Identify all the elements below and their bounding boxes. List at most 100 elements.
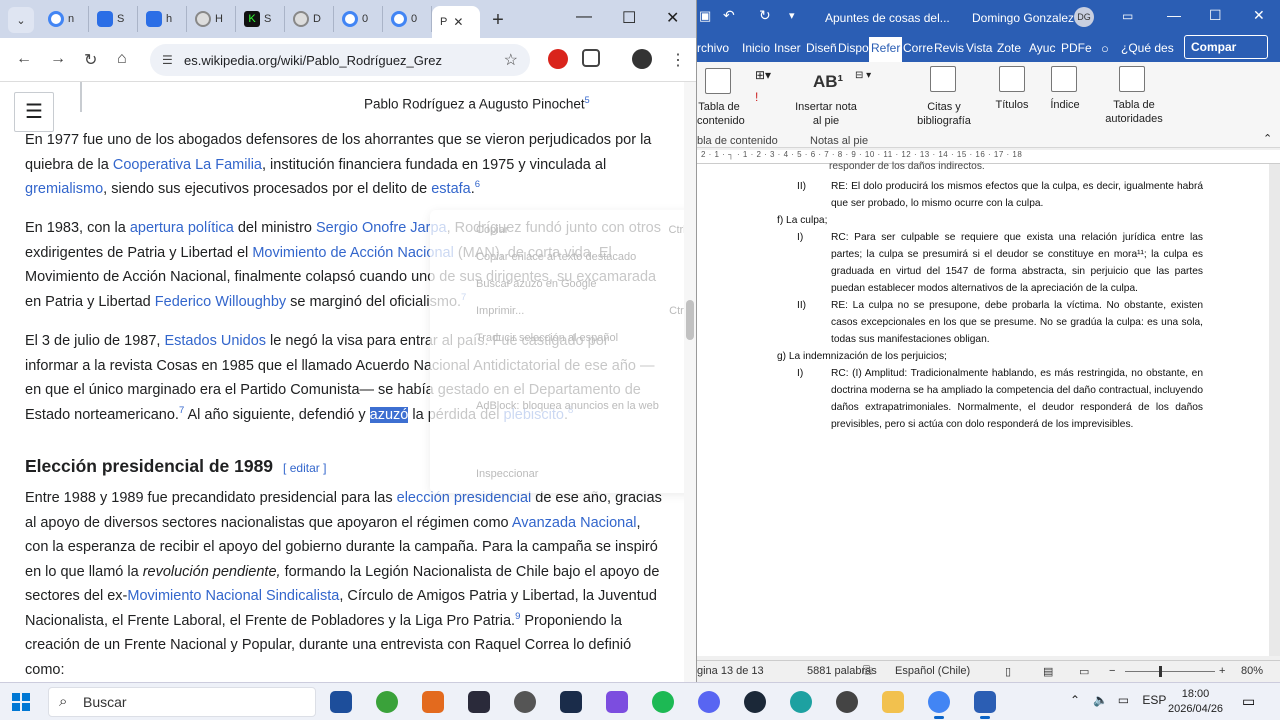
add-text-icon[interactable]: ⊞▾ xyxy=(755,68,771,82)
read-mode-icon[interactable]: ▯ xyxy=(1005,665,1011,678)
print-layout-icon[interactable]: ▤ xyxy=(1043,665,1053,678)
menu-copy[interactable]: Copiar xyxy=(476,218,508,243)
tab-ayuda[interactable]: Ayuc xyxy=(1029,41,1055,55)
undo-icon[interactable]: ↶ xyxy=(723,7,735,24)
maximize-icon[interactable]: ☐ xyxy=(1209,7,1222,24)
link-sergio-onofre-jarpa[interactable]: Sergio Onofre Jarpa xyxy=(316,220,447,236)
proofing-icon[interactable]: ⎘ xyxy=(863,665,872,678)
zoom-slider[interactable] xyxy=(1125,671,1215,672)
save-icon[interactable]: ▣ xyxy=(699,8,711,24)
ribbon-display-icon[interactable]: ▭ xyxy=(1122,9,1133,23)
tab-insertar[interactable]: Inser xyxy=(774,41,801,55)
taskbar-search[interactable]: ⌕ Buscar xyxy=(48,687,316,717)
captions-button[interactable]: Títulos xyxy=(992,98,1032,112)
horizontal-ruler[interactable]: 2 · 1 · ┐ · 1 · 2 · 3 · 4 · 5 · 6 · 7 · … xyxy=(697,150,1280,164)
tab-search-button[interactable]: ⌄ xyxy=(8,7,34,33)
browser-tab[interactable]: D xyxy=(285,6,334,32)
browser-tab[interactable]: H xyxy=(187,6,236,32)
page-scrollbar[interactable] xyxy=(684,82,696,682)
app-icon[interactable] xyxy=(468,691,490,713)
link-cooperativa[interactable]: Cooperativa La Familia xyxy=(113,157,262,173)
link-federico-willoughby[interactable]: Federico Willoughby xyxy=(155,294,286,310)
app-icon[interactable] xyxy=(422,691,444,713)
zoom-slider-thumb[interactable] xyxy=(1159,666,1162,677)
address-bar[interactable]: ☰ es.wikipedia.org/wiki/Pablo_Rodríguez_… xyxy=(150,44,530,76)
language-status[interactable]: Español (Chile) xyxy=(895,665,970,677)
app-icon[interactable] xyxy=(560,691,582,713)
tab-diseno[interactable]: Diseñ xyxy=(806,41,837,55)
browser-tab[interactable]: n xyxy=(40,6,89,32)
edge-icon[interactable] xyxy=(790,691,812,713)
quick-access-icon[interactable]: ▾ xyxy=(789,9,795,22)
word-icon[interactable] xyxy=(974,691,996,719)
link-movimiento-nacional-sindicalista[interactable]: Movimiento Nacional Sindicalista xyxy=(127,588,339,604)
file-explorer-icon[interactable] xyxy=(882,691,904,713)
browser-tab[interactable]: 0 xyxy=(334,6,383,32)
adblock-extension-icon[interactable] xyxy=(548,49,568,69)
maximize-icon[interactable]: ☐ xyxy=(622,8,636,28)
steam-icon[interactable] xyxy=(744,691,766,713)
new-tab-button[interactable]: + xyxy=(484,6,512,34)
link-apertura-politica[interactable]: apertura política xyxy=(130,220,234,236)
app-icon[interactable] xyxy=(836,691,858,713)
network-icon[interactable]: ▭ xyxy=(1118,693,1129,707)
tab-correspondencia[interactable]: Corre xyxy=(903,41,933,55)
app-icon[interactable] xyxy=(376,691,398,713)
browser-tab[interactable]: 0 xyxy=(383,6,432,32)
link-movimiento-accion-nacional[interactable]: Movimiento de Acción Nacional xyxy=(252,245,454,261)
tab-inicio[interactable]: Inicio xyxy=(742,41,770,55)
menu-print[interactable]: Imprimir... xyxy=(476,299,524,324)
table-of-contents-icon[interactable]: ☰ xyxy=(14,92,54,132)
zoom-level[interactable]: 80% xyxy=(1241,665,1263,677)
link-avanzada-nacional[interactable]: Avanzada Nacional xyxy=(512,515,637,531)
forward-icon[interactable]: → xyxy=(50,50,66,68)
close-window-icon[interactable]: ✕ xyxy=(1253,7,1265,24)
app-icon[interactable] xyxy=(606,691,628,713)
link-gremialismo[interactable]: gremialismo xyxy=(25,181,103,197)
windows-start-icon[interactable] xyxy=(12,693,30,711)
link-estados-unidos[interactable]: Estados Unidos xyxy=(164,333,266,349)
app-icon[interactable] xyxy=(514,691,536,713)
menu-search-google[interactable]: Buscar azuzó en Google xyxy=(476,272,596,297)
tab-zotero[interactable]: Zote xyxy=(997,41,1021,55)
minimize-icon[interactable]: — xyxy=(1167,7,1181,23)
task-view-icon[interactable] xyxy=(330,691,352,713)
browser-tab[interactable]: S xyxy=(89,6,138,32)
scrollbar-thumb[interactable] xyxy=(686,300,694,340)
collapse-ribbon-icon[interactable]: ⌃ xyxy=(1263,132,1272,145)
input-language[interactable]: ESP xyxy=(1142,693,1166,707)
tell-me-box[interactable]: ¿Qué des xyxy=(1121,41,1174,55)
user-name[interactable]: Domingo Gonzalez xyxy=(972,11,1074,25)
zoom-out-icon[interactable]: − xyxy=(1109,665,1115,677)
extensions-icon[interactable] xyxy=(582,49,600,67)
chevron-up-icon[interactable]: ⌃ xyxy=(1070,693,1080,707)
reference-6[interactable]: 6 xyxy=(475,179,480,190)
chrome-icon[interactable] xyxy=(928,691,950,719)
tab-referencias[interactable]: Refer xyxy=(869,37,903,62)
profile-avatar[interactable] xyxy=(632,49,652,69)
notifications-icon[interactable]: ▭ xyxy=(1242,693,1255,710)
toc-button[interactable]: Tabla de contenido xyxy=(697,100,745,128)
update-table-icon[interactable]: ! xyxy=(755,90,758,104)
browser-tab-active[interactable]: P ✕ xyxy=(432,6,480,38)
close-window-icon[interactable]: ✕ xyxy=(666,8,679,28)
zoom-in-icon[interactable]: + xyxy=(1219,665,1225,677)
tab-vista[interactable]: Vista xyxy=(966,41,992,55)
edit-section-link[interactable]: [ editar ] xyxy=(283,461,326,475)
link-estafa[interactable]: estafa xyxy=(431,181,471,197)
spotify-icon[interactable] xyxy=(652,691,674,713)
web-layout-icon[interactable]: ▭ xyxy=(1079,665,1089,678)
selected-word[interactable]: azuzó xyxy=(369,406,409,423)
menu-kebab-icon[interactable]: ⋮ xyxy=(670,50,686,70)
menu-translate[interactable]: Traducir selección al español xyxy=(476,326,618,351)
tab-pdfelement[interactable]: PDFe xyxy=(1061,41,1092,55)
citations-button[interactable]: Citas y bibliografía xyxy=(907,100,981,128)
discord-icon[interactable] xyxy=(698,691,720,713)
menu-inspect[interactable]: Inspeccionar xyxy=(476,462,538,487)
user-avatar[interactable]: DG xyxy=(1074,7,1094,27)
bookmark-star-icon[interactable]: ☆ xyxy=(504,50,518,70)
authorities-button[interactable]: Tabla de autoridades xyxy=(1097,98,1171,126)
home-icon[interactable]: ⌂ xyxy=(117,50,127,68)
browser-tab[interactable]: KS xyxy=(236,6,285,32)
endnote-icon[interactable]: ⊟ ▾ xyxy=(855,70,871,81)
